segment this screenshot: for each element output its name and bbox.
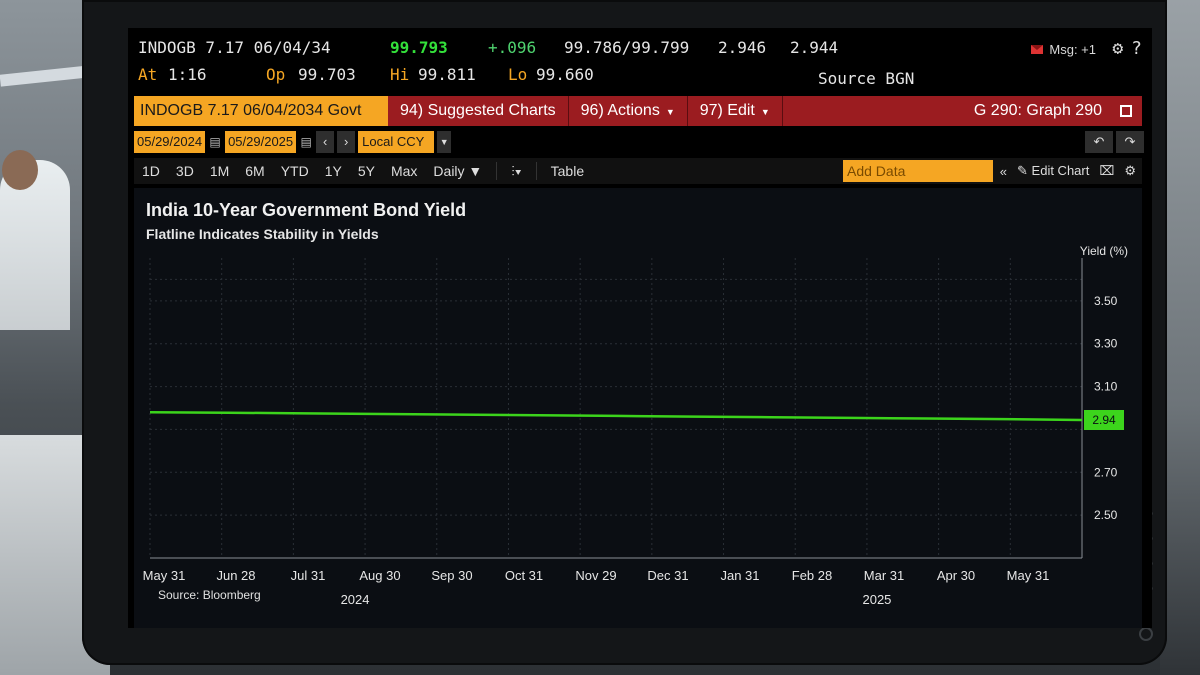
actions-label: 96) Actions — [580, 102, 660, 119]
y-tick-label: 3.30 — [1094, 337, 1118, 351]
last-value-label: 2.94 — [1092, 413, 1116, 427]
date-range-row: 05/29/2024 ▤ 05/29/2025 ▤ ‹ › Local CCY … — [134, 131, 452, 153]
y-tick-label: 2.50 — [1094, 508, 1118, 522]
suggested-charts-label: 94) Suggested Charts — [400, 102, 556, 119]
chart-plot[interactable]: 3.50 3.30 3.10 2.70 2.50 May 31 Jun 28 Jul 31 Au… — [134, 188, 1142, 628]
open-value: 99.703 — [298, 65, 356, 84]
ceiling-light — [0, 65, 91, 87]
edit-chart-label: Edit Chart — [1031, 163, 1090, 178]
x-tick-label: Feb 28 — [792, 568, 832, 583]
range-3d[interactable]: 3D — [168, 163, 202, 179]
gear-icon[interactable]: ⚙ — [1124, 163, 1136, 179]
x-tick-label: May 31 — [1007, 568, 1050, 583]
collapse-icon[interactable]: « — [1000, 164, 1007, 179]
actions-menu[interactable]: 96) Actions ▼ — [569, 96, 688, 126]
range-5y[interactable]: 5Y — [350, 163, 383, 179]
x-tick-label: Oct 31 — [505, 568, 543, 583]
x-tick-label: Jul 31 — [291, 568, 326, 583]
edit-menu[interactable]: 97) Edit ▼ — [688, 96, 783, 126]
range-toolbar: 1D 3D 1M 6M YTD 1Y 5Y Max Daily ▼ ⫶▾ Tab… — [134, 158, 1142, 184]
high-label: Hi — [390, 65, 410, 84]
frequency-select[interactable]: Daily ▼ — [425, 163, 490, 179]
security-field[interactable]: INDOGB 7.17 06/04/2034 Govt — [134, 96, 388, 126]
external-link-icon[interactable] — [1120, 105, 1132, 117]
undo-button[interactable]: ↶ — [1085, 131, 1113, 153]
bid-ask: 99.786/99.799 — [564, 38, 690, 57]
calendar-icon[interactable]: ▤ — [208, 131, 222, 153]
series-line — [149, 411, 1083, 422]
y-tick-label: 3.50 — [1094, 294, 1118, 308]
yield-ask: 2.944 — [790, 38, 839, 57]
year-label: 2024 — [341, 592, 370, 607]
graph-title: G 290: Graph 290 — [973, 102, 1102, 119]
year-label: 2025 — [862, 592, 891, 607]
chart-source: Source: Bloomberg — [158, 588, 261, 602]
divider — [496, 162, 498, 180]
annotate-icon[interactable]: ⌧ — [1099, 163, 1114, 179]
chevron-down-icon: ▼ — [760, 107, 770, 117]
edit-chart-button[interactable]: ✎ Edit Chart — [1017, 163, 1089, 179]
high-value: 99.811 — [418, 65, 476, 84]
price-change: +.096 — [488, 38, 537, 57]
start-date-input[interactable]: 05/29/2024 — [134, 131, 206, 153]
help-icon[interactable]: ? — [1131, 38, 1142, 59]
chevron-down-icon: ▼ — [665, 107, 675, 117]
edit-label: 97) Edit — [699, 102, 755, 119]
at-time: 1:16 — [168, 65, 207, 84]
x-tick-label: May 31 — [143, 568, 186, 583]
chevron-down-icon[interactable]: ▼ — [437, 131, 452, 153]
currency-select[interactable]: Local CCY — [358, 131, 435, 153]
gear-icon[interactable]: ⚙ — [1112, 38, 1123, 59]
range-1m[interactable]: 1M — [202, 163, 237, 179]
quote-header: INDOGB 7.17 06/04/34 99.793 +.096 99.786… — [128, 28, 1152, 94]
low-label: Lo — [508, 65, 528, 84]
yield-bid: 2.946 — [718, 38, 767, 57]
x-tick-label: Mar 31 — [864, 568, 904, 583]
y-tick-label: 3.10 — [1094, 380, 1118, 394]
range-1d[interactable]: 1D — [134, 163, 168, 179]
terminal-screen: INDOGB 7.17 06/04/34 99.793 +.096 99.786… — [128, 28, 1152, 628]
previous-period-button[interactable]: ‹ — [316, 131, 335, 153]
ticker: INDOGB 7.17 06/04/34 — [138, 38, 331, 57]
low-value: 99.660 — [536, 65, 594, 84]
range-1y[interactable]: 1Y — [317, 163, 350, 179]
background-person-head — [2, 150, 38, 190]
envelope-icon — [1031, 45, 1044, 54]
divider — [535, 162, 537, 180]
pricing-source: Source BGN — [818, 69, 915, 88]
redo-button[interactable]: ↷ — [1116, 131, 1144, 153]
x-tick-label: Apr 30 — [937, 568, 975, 583]
message-count: Msg: +1 — [1049, 42, 1096, 57]
add-data-input[interactable]: Add Data — [843, 160, 993, 182]
at-label: At — [138, 65, 158, 84]
next-period-button[interactable]: › — [337, 131, 356, 153]
suggested-charts-menu[interactable]: 94) Suggested Charts — [388, 96, 569, 126]
x-tick-label: Sep 30 — [431, 568, 472, 583]
range-max[interactable]: Max — [383, 163, 425, 179]
message-indicator[interactable]: Msg: +1 — [1031, 42, 1096, 57]
x-tick-label: Dec 31 — [647, 568, 688, 583]
table-button[interactable]: Table — [543, 163, 592, 179]
x-tick-label: Aug 30 — [359, 568, 400, 583]
x-tick-label: Jan 31 — [720, 568, 759, 583]
last-price: 99.793 — [390, 38, 448, 57]
range-6m[interactable]: 6M — [237, 163, 272, 179]
y-tick-label: 2.70 — [1094, 465, 1118, 479]
function-bar: INDOGB 7.17 06/04/2034 Govt 94) Suggeste… — [134, 96, 1142, 126]
range-ytd[interactable]: YTD — [273, 163, 317, 179]
power-button[interactable] — [1139, 627, 1153, 641]
chart-panel: India 10-Year Government Bond Yield Flat… — [134, 188, 1142, 628]
x-tick-label: Nov 29 — [575, 568, 616, 583]
calendar-icon[interactable]: ▤ — [299, 131, 313, 153]
chart-type-icon[interactable]: ⫶▾ — [503, 163, 529, 180]
end-date-input[interactable]: 05/29/2025 — [225, 131, 297, 153]
open-label: Op — [266, 65, 286, 84]
x-tick-label: Jun 28 — [216, 568, 255, 583]
